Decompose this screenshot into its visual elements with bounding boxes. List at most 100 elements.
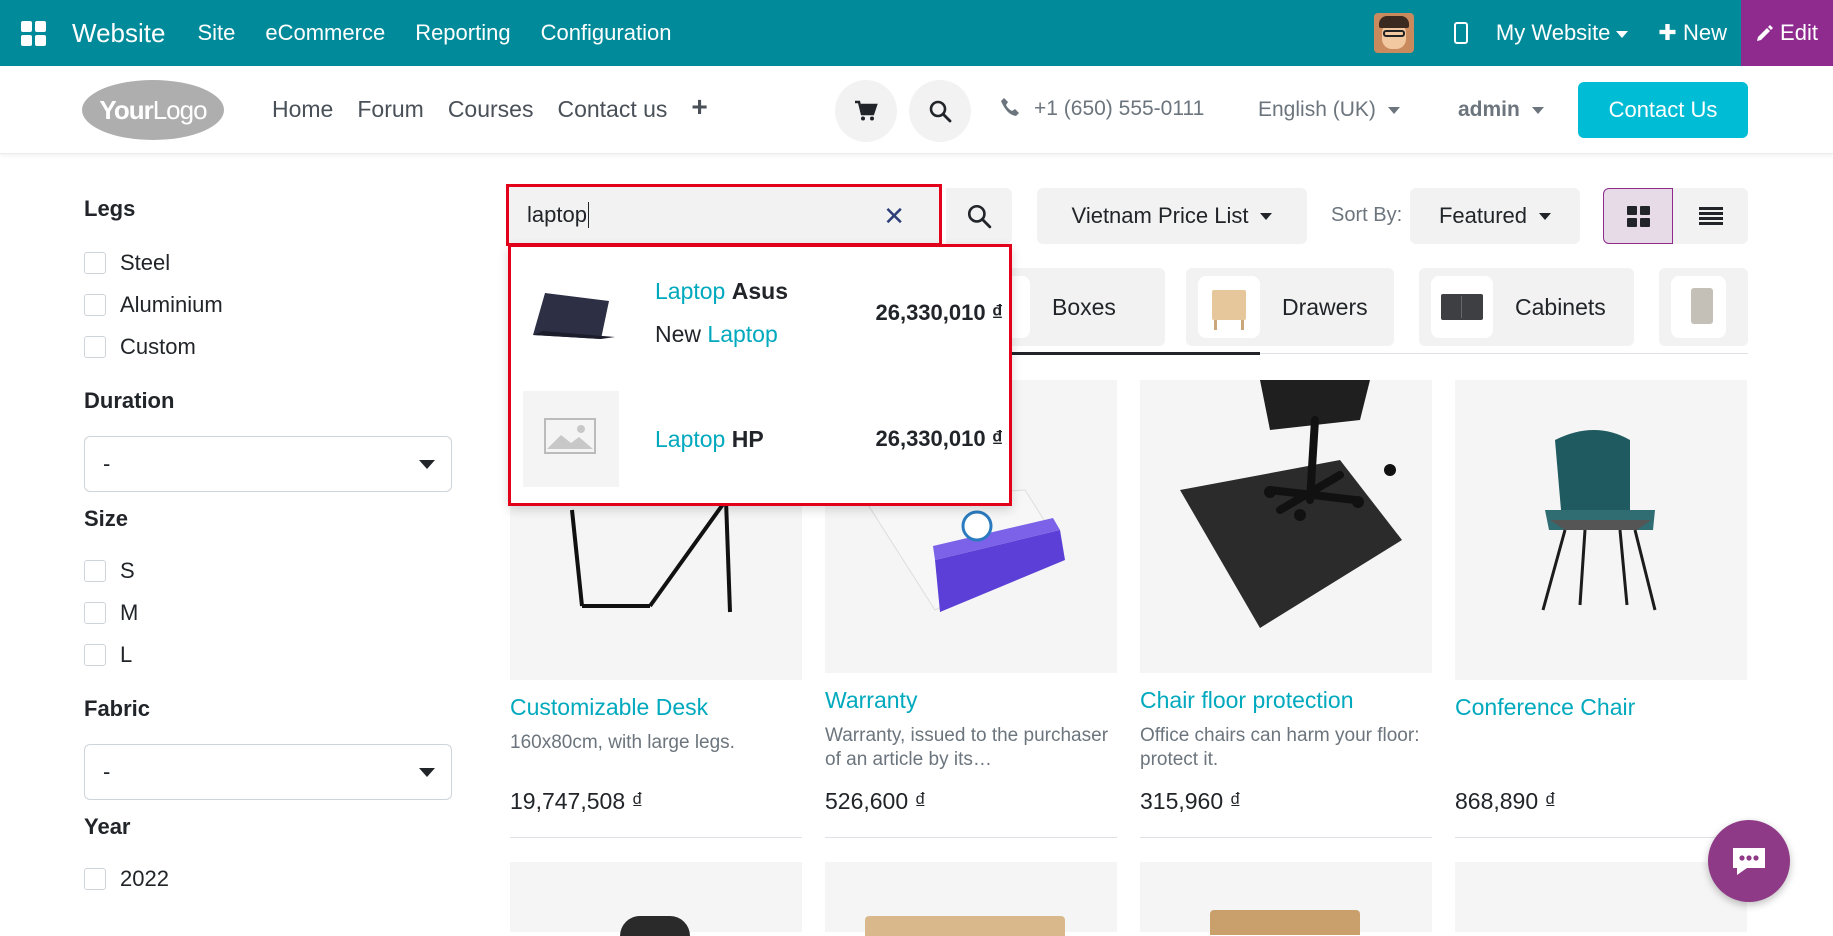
category-label: Boxes bbox=[1052, 293, 1116, 320]
filter-option-2022[interactable]: 2022 bbox=[84, 858, 452, 900]
category-boxes[interactable]: Boxes bbox=[996, 268, 1165, 346]
filter-option-steel[interactable]: Steel bbox=[84, 242, 452, 284]
filter-title-legs: Legs bbox=[84, 196, 136, 221]
language-selector[interactable]: English (UK) bbox=[1258, 98, 1400, 122]
product-name[interactable]: Warranty bbox=[825, 687, 1117, 714]
product-card[interactable] bbox=[1140, 862, 1432, 935]
edit-button-label: Edit bbox=[1780, 20, 1818, 45]
category-next[interactable] bbox=[1659, 268, 1748, 346]
chevron-down-icon bbox=[1539, 212, 1552, 220]
close-icon[interactable]: ✕ bbox=[883, 201, 905, 232]
search-input-value: laptop bbox=[527, 202, 587, 227]
list-view-button[interactable] bbox=[1673, 188, 1748, 244]
filter-title-fabric: Fabric bbox=[84, 696, 151, 721]
menu-configuration[interactable]: Configuration bbox=[541, 20, 672, 46]
checkbox[interactable] bbox=[84, 336, 106, 358]
card-divider bbox=[510, 837, 802, 838]
nav-forum[interactable]: Forum bbox=[357, 96, 423, 123]
checkbox[interactable] bbox=[84, 294, 106, 316]
checkbox[interactable] bbox=[84, 602, 106, 624]
nav-courses[interactable]: Courses bbox=[448, 96, 534, 123]
checkbox[interactable] bbox=[84, 868, 106, 890]
user-avatar[interactable] bbox=[1373, 13, 1414, 53]
nav-contact-us[interactable]: Contact us bbox=[557, 96, 667, 123]
search-submit-button[interactable] bbox=[946, 188, 1012, 244]
product-card[interactable]: Chair floor protection Office chairs can… bbox=[1140, 380, 1432, 838]
product-description: Office chairs can harm your floor: prote… bbox=[1140, 725, 1420, 770]
app-title[interactable]: Website bbox=[72, 18, 165, 49]
text-cursor bbox=[587, 202, 589, 228]
pricelist-dropdown[interactable]: Vietnam Price List bbox=[1037, 188, 1307, 244]
user-menu[interactable]: admin bbox=[1458, 98, 1544, 122]
list-view-icon bbox=[1698, 205, 1723, 227]
apps-grid-icon[interactable] bbox=[0, 0, 66, 66]
filter-option-label: S bbox=[120, 558, 135, 583]
filter-title-size: Size bbox=[84, 506, 129, 531]
header-search-button[interactable] bbox=[909, 80, 971, 142]
menu-reporting[interactable]: Reporting bbox=[415, 20, 510, 46]
chevron-down-icon bbox=[1260, 212, 1273, 220]
contact-us-button[interactable]: Contact Us bbox=[1578, 82, 1748, 138]
checkbox[interactable] bbox=[84, 560, 106, 582]
product-card[interactable] bbox=[825, 862, 1117, 936]
filter-option-label: Aluminium bbox=[120, 292, 223, 317]
duration-select-value: - bbox=[103, 451, 111, 476]
website-switcher[interactable]: My Website bbox=[1496, 20, 1629, 46]
site-logo[interactable]: Your Logo bbox=[82, 80, 224, 140]
product-image[interactable] bbox=[1455, 380, 1747, 680]
cart-button[interactable] bbox=[835, 80, 897, 142]
filter-sidebar: Legs Steel Aluminium Custom Duration - S… bbox=[84, 196, 452, 900]
fabric-select[interactable]: - bbox=[84, 744, 452, 800]
filter-option-label: M bbox=[120, 600, 139, 625]
suggestion-desc-prefix: New bbox=[655, 321, 702, 347]
product-price: 868,890 ₫ bbox=[1455, 788, 1557, 814]
checkbox[interactable] bbox=[84, 644, 106, 666]
grid-view-button[interactable] bbox=[1603, 188, 1673, 244]
product-name[interactable]: Conference Chair bbox=[1455, 694, 1747, 721]
product-search-input[interactable]: laptop ✕ bbox=[506, 184, 942, 246]
filter-option-s[interactable]: S bbox=[84, 550, 452, 592]
product-card[interactable] bbox=[1455, 862, 1747, 932]
add-page-icon[interactable]: + bbox=[691, 93, 707, 123]
menu-site[interactable]: Site bbox=[197, 20, 235, 46]
language-label: English (UK) bbox=[1258, 98, 1376, 121]
product-name[interactable]: Customizable Desk bbox=[510, 694, 802, 721]
checkbox[interactable] bbox=[84, 252, 106, 274]
grid-view-icon bbox=[1626, 205, 1650, 227]
product-name[interactable]: Chair floor protection bbox=[1140, 687, 1432, 714]
category-drawers[interactable]: Drawers bbox=[1186, 268, 1394, 346]
category-label: Cabinets bbox=[1515, 293, 1606, 320]
sort-dropdown[interactable]: Featured bbox=[1410, 188, 1580, 244]
product-description: Warranty, issued to the purchaser of an … bbox=[825, 725, 1109, 770]
product-price: 19,747,508 ₫ bbox=[510, 788, 644, 814]
suggestion-item[interactable]: Laptop HP 26,330,010 ₫ bbox=[523, 391, 1003, 487]
new-button[interactable]: ✚ New bbox=[1658, 20, 1727, 46]
duration-select[interactable]: - bbox=[84, 436, 452, 492]
product-description bbox=[1455, 731, 1747, 779]
product-description: 160x80cm, with large legs. bbox=[510, 732, 735, 753]
chevron-down-icon bbox=[419, 459, 435, 469]
header-phone[interactable]: +1 (650) 555-0111 bbox=[1000, 97, 1204, 121]
product-card[interactable]: Conference Chair 868,890 ₫ bbox=[1455, 380, 1747, 838]
filter-option-aluminium[interactable]: Aluminium bbox=[84, 284, 452, 326]
suggestion-name-rest: HP bbox=[731, 425, 764, 452]
phone-icon bbox=[1001, 98, 1019, 116]
product-image[interactable] bbox=[1140, 380, 1432, 673]
search-icon bbox=[967, 204, 992, 229]
menu-ecommerce[interactable]: eCommerce bbox=[265, 20, 385, 46]
filter-option-m[interactable]: M bbox=[84, 592, 452, 634]
suggestion-item[interactable]: Laptop Asus New Laptop 26,330,010 ₫ bbox=[523, 265, 1003, 361]
nav-home[interactable]: Home bbox=[272, 96, 333, 123]
suggestion-match: Laptop bbox=[655, 425, 726, 452]
category-divider bbox=[1260, 353, 1748, 354]
filter-option-custom[interactable]: Custom bbox=[84, 326, 452, 368]
live-chat-button[interactable] bbox=[1708, 820, 1790, 902]
filter-option-label: Custom bbox=[120, 334, 196, 359]
mobile-preview-icon[interactable] bbox=[1453, 22, 1468, 44]
edit-button[interactable]: Edit bbox=[1741, 0, 1833, 66]
filter-option-l[interactable]: L bbox=[84, 634, 452, 676]
product-card[interactable] bbox=[510, 862, 802, 936]
card-divider bbox=[1455, 837, 1747, 838]
filter-option-label: 2022 bbox=[120, 866, 169, 891]
category-cabinets[interactable]: Cabinets bbox=[1419, 268, 1634, 346]
